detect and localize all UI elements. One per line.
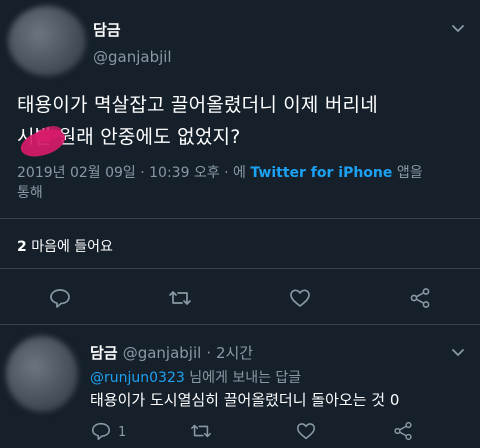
reply-display-name[interactable]: 담금 <box>90 344 118 362</box>
user-handle[interactable]: @ganjabjil <box>93 48 172 66</box>
tweet-text-line2: 시발 원래 안중에도 없었지? <box>17 126 241 148</box>
display-name[interactable]: 담금 <box>93 19 121 40</box>
divider-bottom <box>0 324 480 325</box>
timestamp: 2019년 02월 09일 · 10:39 오후 · 에 <box>17 165 246 181</box>
source-link[interactable]: Twitter for iPhone <box>250 165 392 181</box>
likes-label: 마음에 들어요 <box>31 239 113 255</box>
reply-to-line: @runjun0323 님에게 보내는 답글 <box>90 367 301 387</box>
reply-icon[interactable] <box>48 286 72 310</box>
reply-avatar[interactable] <box>6 336 78 412</box>
chevron-down-icon[interactable] <box>450 20 466 36</box>
reply-share-icon[interactable] <box>392 420 414 442</box>
reply-count: 1 <box>118 425 127 440</box>
likes-summary[interactable]: 2 마음에 들어요 <box>17 236 113 256</box>
likes-count: 2 <box>17 239 27 255</box>
reply-mention-link[interactable]: @runjun0323 <box>90 370 185 386</box>
reply-heart-icon[interactable] <box>295 420 317 442</box>
reply-user-handle[interactable]: @ganjabjil <box>123 344 202 362</box>
reply-reply-icon[interactable] <box>90 420 112 442</box>
reply-time: · 2시간 <box>206 344 254 362</box>
tweet-meta: 2019년 02월 09일 · 10:39 오후 · 에 Twitter for… <box>17 163 477 203</box>
reply-header: 담금 @ganjabjil · 2시간 <box>90 342 253 363</box>
tweet-text: 태용이가 멱살잡고 끌어올렸더니 이제 버리네 시발 원래 안중에도 없었지? <box>17 89 477 153</box>
share-icon[interactable] <box>408 286 432 310</box>
divider-middle <box>0 268 480 269</box>
source-line2: 통해 <box>17 185 43 201</box>
tweet-text-line1: 태용이가 멱살잡고 끌어올렸더니 이제 버리네 <box>17 94 378 116</box>
reply-to-label: 님에게 보내는 답글 <box>189 370 302 386</box>
reply-retweet-icon[interactable] <box>189 420 213 442</box>
retweet-icon[interactable] <box>167 286 193 310</box>
heart-icon[interactable] <box>288 286 312 310</box>
reply-text: 태용이가 도시열심히 끌어올렸더니 돌아오는 것 0 <box>90 391 400 409</box>
avatar[interactable] <box>8 6 86 76</box>
source-suffix: 앱을 <box>396 165 423 181</box>
reply-chevron-down-icon[interactable] <box>450 344 466 360</box>
divider-top <box>0 218 480 219</box>
